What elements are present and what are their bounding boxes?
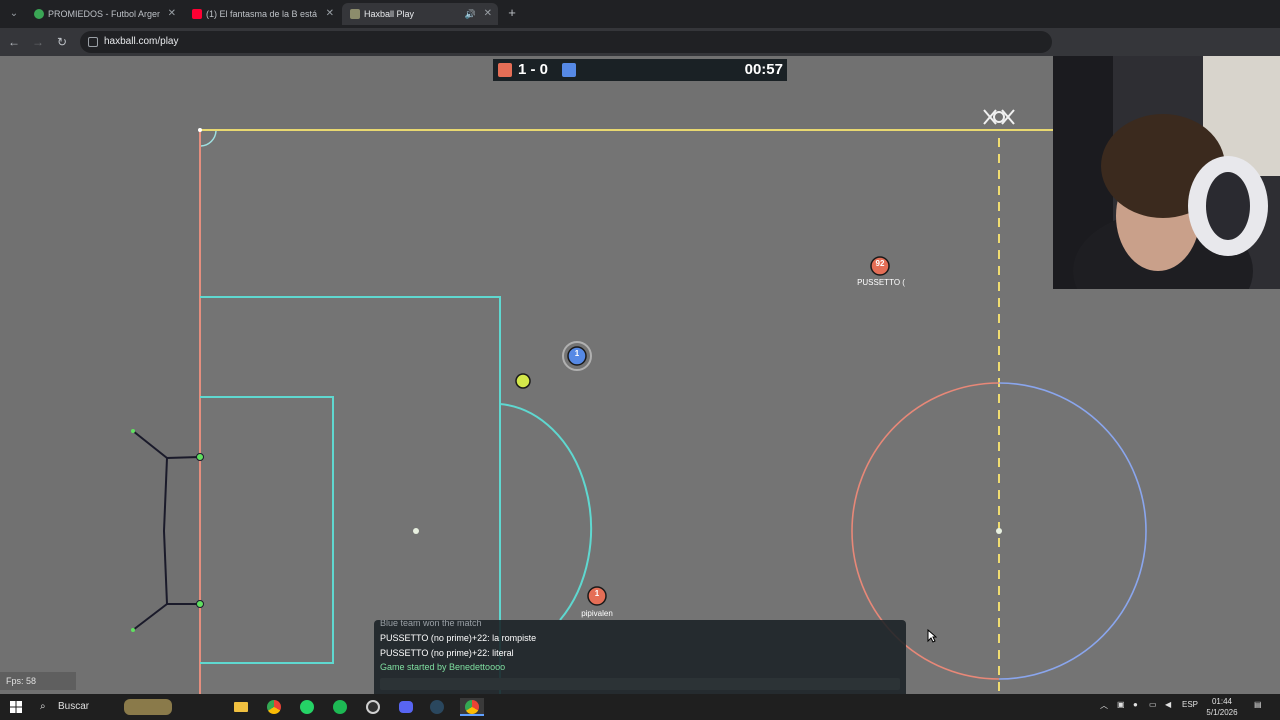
net-anchor [131, 429, 135, 433]
tray-chevron-icon[interactable]: ︿ [1100, 700, 1108, 711]
goal-net-top [132, 430, 168, 459]
tab-audio-icon[interactable]: 🔊 [465, 3, 476, 25]
network-icon[interactable]: ▭ [1149, 700, 1157, 709]
fps-counter: Fps: 58 [0, 672, 76, 690]
player-name: pipivalen [581, 609, 613, 618]
tab-youtube[interactable]: (1) El fantasma de la B está lleg ✕ [184, 3, 340, 25]
youtube-favicon-icon [192, 9, 202, 19]
chrome-active-icon[interactable] [460, 698, 484, 716]
clock-time: 01:44 [1211, 697, 1233, 706]
browser-tabbar: ⌄ PROMIEDOS - Futbol Argentino ✕ (1) El … [0, 0, 1280, 28]
obs-icon[interactable] [364, 698, 382, 716]
address-bar[interactable]: haxball.com/play [80, 31, 1052, 53]
chat-message: Game started by Benedettoooo [380, 662, 506, 672]
taskbar-clock[interactable]: 01:44 5/1/2026 [1200, 696, 1244, 718]
webcam-overlay [1053, 56, 1280, 289]
tab-title: (1) El fantasma de la B está lleg [206, 9, 318, 19]
file-explorer-icon[interactable] [232, 698, 250, 716]
taskbar-search[interactable]: ⌕ Buscar [32, 698, 172, 716]
tab-title: PROMIEDOS - Futbol Argentino [48, 9, 160, 19]
chat-message: PUSSETTO (no prime)+22: la rompiste [380, 633, 537, 643]
back-arrow-icon[interactable]: ← [6, 34, 22, 50]
ball [515, 373, 531, 389]
goal-net [162, 456, 201, 605]
center-spot [996, 528, 1002, 534]
discord-icon[interactable] [397, 698, 415, 716]
search-highlight-image [124, 699, 172, 715]
player-name: PUSSETTO ( [857, 278, 905, 287]
goal-post [196, 453, 204, 461]
chat-message: PUSSETTO (no prime)+22: literal [380, 648, 514, 658]
chat-panel: Blue team won the match PUSSETTO (no pri… [374, 620, 906, 694]
forward-arrow-icon[interactable]: → [30, 34, 46, 50]
url-text: haxball.com/play [104, 36, 179, 47]
tab-promiedos[interactable]: PROMIEDOS - Futbol Argentino ✕ [26, 3, 182, 25]
windows-taskbar: ⌕ Buscar ︿ ▣ ● ▭ ◀ ESP 01:44 5/1/2026 ▤ [0, 694, 1280, 720]
notifications-icon[interactable]: ▤ [1254, 700, 1262, 709]
tray-app-icon[interactable]: ▣ [1117, 700, 1125, 709]
blue-team-indicator [562, 63, 576, 77]
spotify-icon[interactable] [331, 698, 349, 716]
player-number: 1 [594, 589, 600, 598]
close-tab-icon[interactable]: ✕ [326, 3, 334, 25]
close-tab-icon[interactable]: ✕ [168, 3, 176, 25]
site-info-icon[interactable] [88, 37, 98, 47]
red-team-indicator [498, 63, 512, 77]
steam-icon[interactable] [428, 698, 446, 716]
windows-start-icon[interactable] [7, 698, 25, 716]
volume-icon[interactable]: ◀ [1165, 700, 1171, 709]
score-text: 1 - 0 [518, 61, 549, 78]
haxball-game-canvas[interactable]: 92 PUSSETTO ( 1 pipivalen 1 1 - 0 00:57 [0, 56, 1280, 694]
screen: ⌄ PROMIEDOS - Futbol Argentino ✕ (1) El … [0, 0, 1280, 720]
tab-title: Haxball Play [364, 9, 415, 19]
player-number: 92 [875, 259, 885, 268]
microphone-icon[interactable]: ● [1133, 700, 1138, 709]
player-number: 1 [574, 349, 580, 358]
search-icon: ⌕ [40, 701, 46, 712]
net-anchor [131, 628, 135, 632]
chat-input[interactable] [380, 678, 900, 690]
scoreboard: 1 - 0 00:57 [493, 59, 787, 81]
reload-icon[interactable]: ↻ [54, 34, 70, 50]
close-tab-icon[interactable]: ✕ [484, 3, 492, 25]
new-tab-plus-icon[interactable]: + [505, 4, 519, 22]
clock-date: 5/1/2026 [1206, 708, 1238, 717]
tab-search-chevron-icon[interactable]: ⌄ [6, 6, 22, 22]
mouse-cursor-icon [927, 629, 937, 643]
whatsapp-icon[interactable] [298, 698, 316, 716]
tab-haxball[interactable]: Haxball Play 🔊 ✕ [342, 3, 498, 25]
corner-post [198, 128, 202, 132]
match-timer: 00:57 [744, 61, 783, 78]
promiedos-favicon-icon [34, 9, 44, 19]
haxball-favicon-icon [350, 9, 360, 19]
chat-message: Blue team won the match [380, 620, 482, 628]
chrome-icon[interactable] [265, 698, 283, 716]
webcam-image [1053, 56, 1280, 289]
language-indicator[interactable]: ESP [1182, 700, 1198, 709]
goal-net-bottom [132, 603, 168, 631]
haxball-logo [983, 109, 1015, 125]
penalty-spot [413, 528, 419, 534]
search-label: Buscar [58, 701, 90, 712]
browser-toolbar: ← → ↻ haxball.com/play [0, 28, 1280, 56]
goal-post [196, 600, 204, 608]
